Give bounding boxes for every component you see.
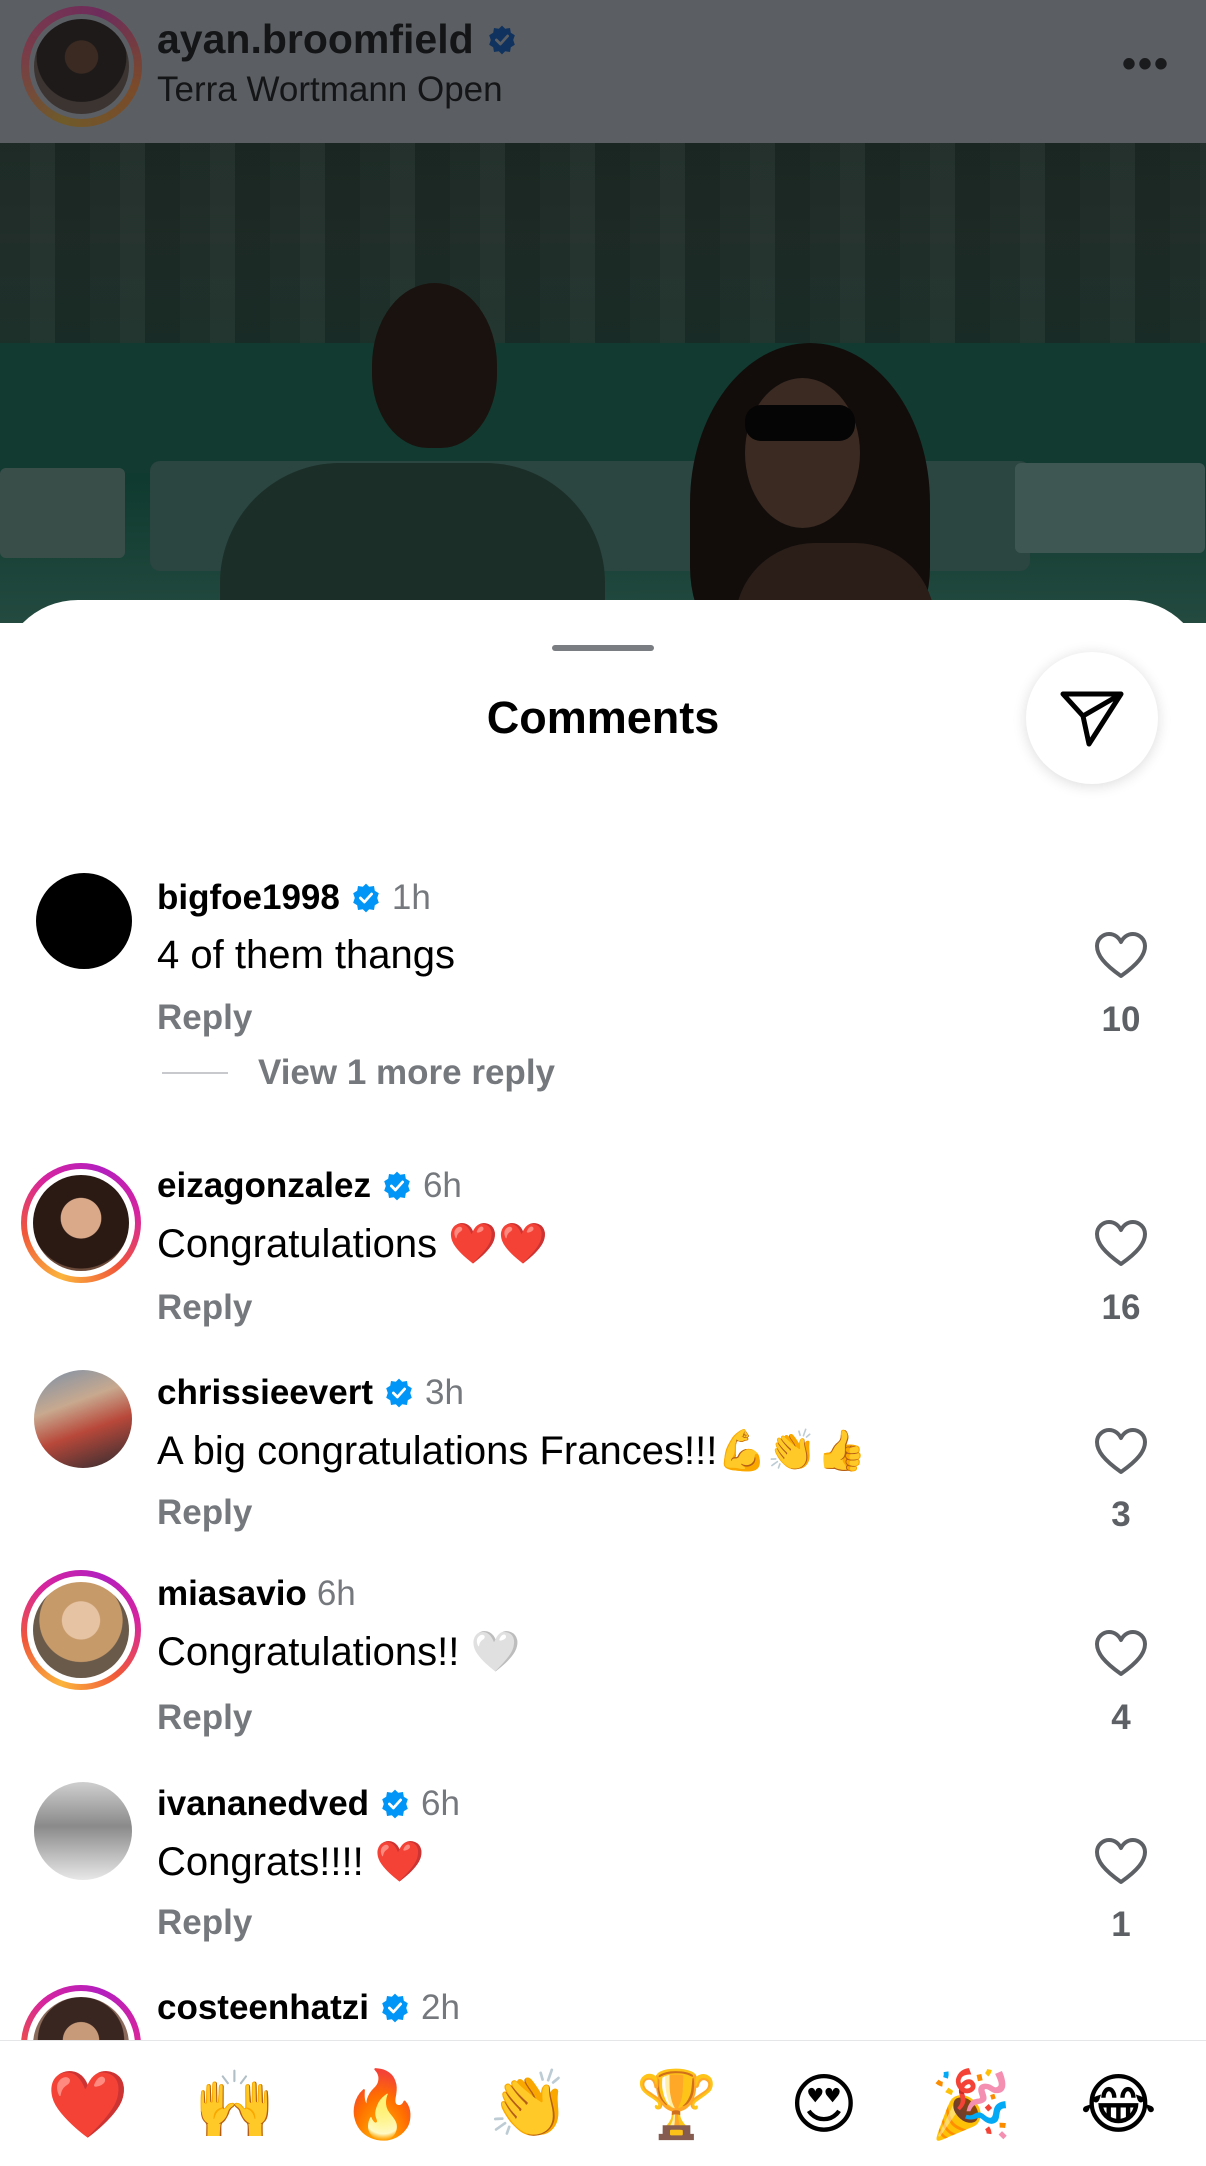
reaction-clapping[interactable]: 👏: [479, 2071, 579, 2137]
reaction-heart-eyes[interactable]: 😍: [774, 2071, 874, 2137]
post-author-username[interactable]: ayan.broomfield: [157, 16, 474, 63]
view-more-replies-label[interactable]: View 1 more reply: [258, 1053, 555, 1093]
like-heart-icon[interactable]: [1094, 1428, 1148, 1476]
commenter-username[interactable]: miasavio: [157, 1574, 307, 1614]
commenter-avatar[interactable]: [36, 873, 132, 969]
commenter-username[interactable]: costeenhatzi: [157, 1988, 369, 2028]
comment-time: 3h: [424, 1373, 464, 1412]
more-options-icon[interactable]: •••: [1122, 44, 1170, 84]
like-count: 4: [1111, 1698, 1131, 1737]
post-header: ayan.broomfield Terra Wortmann Open •••: [0, 0, 1206, 143]
comment-header: costeenhatzi 2h: [157, 1988, 460, 2028]
commenter-username[interactable]: bigfoe1998: [157, 878, 340, 918]
comment-time: 6h: [316, 1574, 356, 1613]
comment-text: Congrats!!!! ❤️: [157, 1840, 425, 1884]
comment-time: 2h: [421, 1988, 460, 2027]
reply-button[interactable]: Reply: [157, 1288, 252, 1328]
reply-button[interactable]: Reply: [157, 1698, 252, 1738]
commenter-username[interactable]: eizagonzalez: [157, 1166, 371, 1206]
post-photo: [0, 143, 1206, 623]
reaction-tears-of-joy[interactable]: 😂: [1068, 2071, 1168, 2137]
comment-time: 6h: [422, 1166, 462, 1205]
like-count: 3: [1111, 1495, 1131, 1534]
commenter-avatar[interactable]: [34, 1370, 132, 1468]
reaction-fire[interactable]: 🔥: [332, 2071, 432, 2137]
commenter-username[interactable]: chrissieevert: [157, 1373, 373, 1413]
post-location[interactable]: Terra Wortmann Open: [157, 70, 503, 110]
comment-header: ivananedved 6h: [157, 1784, 460, 1824]
comment-header: eizagonzalez 6h: [157, 1166, 462, 1206]
view-more-replies[interactable]: View 1 more reply: [162, 1053, 555, 1093]
commenter-username[interactable]: ivananedved: [157, 1784, 369, 1824]
reaction-trophy[interactable]: 🏆: [627, 2071, 727, 2137]
comment-header: miasavio 6h: [157, 1574, 356, 1614]
reaction-heart[interactable]: ❤️: [38, 2071, 138, 2137]
verified-badge-icon: [488, 25, 515, 54]
post-author-avatar[interactable]: [21, 6, 142, 127]
share-button[interactable]: [1026, 652, 1158, 784]
comment-header: chrissieevert 3h: [157, 1373, 464, 1413]
like-count: 1: [1111, 1905, 1131, 1944]
like-heart-icon[interactable]: [1094, 1630, 1148, 1678]
comment-text: A big congratulations Frances!!!💪👏👍: [157, 1429, 867, 1473]
quick-reactions-bar: ❤️ 🙌 🔥 👏 🏆 😍 🎉 😂: [0, 2040, 1206, 2166]
reply-button[interactable]: Reply: [157, 1493, 252, 1533]
like-heart-icon[interactable]: [1094, 932, 1148, 980]
send-icon: [1060, 691, 1124, 747]
verified-badge-icon: [382, 1789, 408, 1819]
comment-header: bigfoe1998 1h: [157, 878, 431, 918]
like-heart-icon[interactable]: [1094, 1838, 1148, 1886]
comment-text: Congratulations ❤️❤️: [157, 1222, 548, 1266]
verified-badge-icon: [386, 1378, 412, 1408]
like-count: 10: [1101, 1000, 1141, 1039]
comment-text: Congratulations!! 🤍: [157, 1630, 521, 1674]
comment-text: 4 of them thangs: [157, 933, 455, 977]
reply-button[interactable]: Reply: [157, 998, 252, 1038]
sheet-grabber[interactable]: [552, 645, 654, 651]
comment-time: 1h: [391, 878, 431, 917]
post-author-name-row[interactable]: ayan.broomfield: [157, 16, 518, 63]
commenter-avatar[interactable]: [34, 1782, 132, 1880]
like-count: 16: [1101, 1288, 1141, 1327]
comments-sheet: Comments bigfoe1998 1h 4 of them thangs …: [0, 600, 1206, 2166]
comment-time: 6h: [421, 1784, 460, 1823]
verified-badge-icon: [384, 1171, 410, 1201]
commenter-avatar[interactable]: [21, 1570, 141, 1690]
verified-badge-icon: [382, 1993, 408, 2023]
like-heart-icon[interactable]: [1094, 1220, 1148, 1268]
reply-button[interactable]: Reply: [157, 1903, 252, 1943]
commenter-avatar[interactable]: [21, 1163, 141, 1283]
verified-badge-icon: [353, 883, 379, 913]
reaction-party-popper[interactable]: 🎉: [921, 2071, 1021, 2137]
reaction-raised-hands[interactable]: 🙌: [185, 2071, 285, 2137]
